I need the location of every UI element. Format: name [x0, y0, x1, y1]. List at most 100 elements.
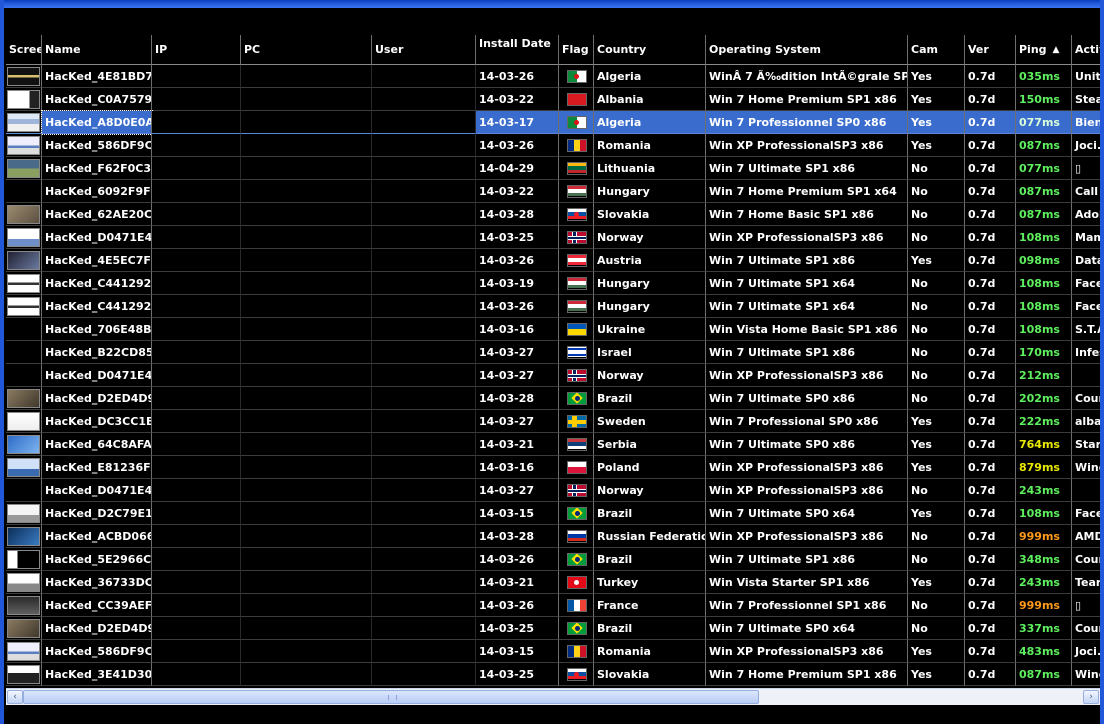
table-row[interactable]: HacKed_F62F0C35 14-04-29 Lithuania Win 7 Ul…	[6, 157, 1100, 180]
hungary-flag-icon	[567, 299, 587, 313]
column-header-ver[interactable]: Ver	[965, 35, 1016, 65]
name-cell: HacKed_D0471E43	[42, 226, 152, 249]
screenshot-thumbnail[interactable]	[7, 342, 40, 362]
table-row[interactable]: HacKed_5E2966C5 14-03-26 Brazil Win 7 Ultim…	[6, 548, 1100, 571]
table-row[interactable]: HacKed_D2ED4D93 14-03-28 Brazil Win 7 Ultim…	[6, 387, 1100, 410]
screenshot-thumbnail[interactable]	[7, 503, 40, 523]
flag-globe	[575, 625, 580, 631]
table-row[interactable]: HacKed_62AE20CA 14-03-28 Slovakia Win 7 Hom…	[6, 203, 1100, 226]
table-row[interactable]: HacKed_586DF9CC 14-03-26 Romania Win XP Pro…	[6, 134, 1100, 157]
flag-stripe	[568, 537, 586, 542]
table-row[interactable]: HacKed_D2ED4D93 14-03-25 Brazil Win 7 Ultim…	[6, 617, 1100, 640]
table-row[interactable]: HacKed_D0471E43 14-03-27 Norway Win XP Prof…	[6, 364, 1100, 387]
table-row[interactable]: HacKed_C0A7579C 14-03-22 Albania Win 7 Home…	[6, 88, 1100, 111]
date-cell: 14-03-26	[476, 65, 559, 88]
screenshot-thumbnail[interactable]	[7, 618, 40, 638]
screenshot-thumbnail[interactable]	[7, 319, 40, 339]
table-row[interactable]: HacKed_6092F9F3 14-03-22 Hungary Win 7 Home…	[6, 180, 1100, 203]
screenshot-thumbnail[interactable]	[7, 388, 40, 408]
column-header-cam[interactable]: Cam	[908, 35, 965, 65]
scroll-right-button[interactable]: ›	[1083, 690, 1099, 704]
table-row[interactable]: HacKed_C4412923 14-03-26 Hungary Win 7 Ulti…	[6, 295, 1100, 318]
ping-cell: 999ms	[1016, 594, 1072, 617]
screenshot-thumbnail[interactable]	[7, 434, 40, 454]
screenshot-thumbnail[interactable]	[7, 664, 40, 684]
user-cell-redacted	[372, 272, 476, 295]
ver-cell: 0.7d	[965, 663, 1016, 686]
table-row[interactable]: HacKed_B22CD859 14-03-27 Israel Win 7 Ultim…	[6, 341, 1100, 364]
user-cell-redacted	[372, 663, 476, 686]
table-row[interactable]: HacKed_A8D0E0A4 14-03-17 Algeria Win 7 Prof…	[6, 110, 1100, 135]
date-cell: 14-03-16	[476, 456, 559, 479]
table-row[interactable]: HacKed_DC3CC1E0 14-03-27 Sweden Win 7 Profe…	[6, 410, 1100, 433]
screenshot-thumbnail[interactable]	[7, 480, 40, 500]
screenshot-thumbnail[interactable]	[7, 135, 40, 155]
active-cell	[1072, 479, 1100, 502]
column-header-ip[interactable]: IP	[152, 35, 241, 65]
screenshot-cell	[6, 272, 42, 295]
ver-cell: 0.7d	[965, 88, 1016, 111]
ver-cell: 0.7d	[965, 203, 1016, 226]
column-header-country[interactable]: Country	[594, 35, 706, 65]
screenshot-thumbnail[interactable]	[7, 549, 40, 569]
screenshot-thumbnail[interactable]	[7, 112, 40, 132]
screenshot-thumbnail[interactable]	[7, 89, 40, 109]
table-row[interactable]: HacKed_CC39AEFB 14-03-26 France Win 7 Profe…	[6, 594, 1100, 617]
screenshot-thumbnail[interactable]	[7, 595, 40, 615]
column-header-name[interactable]: Name	[42, 35, 152, 65]
screenshot-thumbnail[interactable]	[7, 572, 40, 592]
screenshot-thumbnail[interactable]	[7, 227, 40, 247]
scroll-left-button[interactable]: ‹	[7, 690, 23, 704]
column-header-os[interactable]: Operating System	[706, 35, 908, 65]
screenshot-thumbnail[interactable]	[7, 411, 40, 431]
cam-cell: Yes	[908, 88, 965, 111]
column-header-pc[interactable]: PC	[241, 35, 372, 65]
column-header-install-date[interactable]: Install Date	[476, 35, 559, 65]
scrollbar-thumb[interactable]	[23, 690, 759, 704]
pc-cell-redacted	[241, 479, 372, 502]
horizontal-scrollbar[interactable]: ‹ ›	[6, 688, 1100, 705]
table-row[interactable]: HacKed_64C8AFAA 14-03-21 Serbia Win 7 Ultim…	[6, 433, 1100, 456]
ver-cell: 0.7d	[965, 272, 1016, 295]
screenshot-thumbnail[interactable]	[7, 641, 40, 661]
table-row[interactable]: HacKed_36733DC1 14-03-21 Turkey Win Vista S…	[6, 571, 1100, 594]
screenshot-cell	[6, 111, 42, 134]
table-row[interactable]: HacKed_3E41D306 14-03-25 Slovakia Win 7 Hom…	[6, 663, 1100, 686]
table-row[interactable]: HacKed_706E48B2 14-03-16 Ukraine Win Vista …	[6, 318, 1100, 341]
screenshot-thumbnail[interactable]	[7, 204, 40, 224]
screenshot-thumbnail[interactable]	[7, 181, 40, 201]
screenshot-thumbnail[interactable]	[7, 526, 40, 546]
column-header-flag[interactable]: Flag	[559, 35, 594, 65]
table-row[interactable]: HacKed_ACBD0663 14-03-28 Russian Federatio…	[6, 525, 1100, 548]
cam-cell: Yes	[908, 65, 965, 88]
screenshot-thumbnail[interactable]	[7, 250, 40, 270]
table-row[interactable]: HacKed_E81236F7 14-03-16 Poland Win XP Prof…	[6, 456, 1100, 479]
table-row[interactable]: HacKed_4E5EC7FE 14-03-26 Austria Win 7 Ulti…	[6, 249, 1100, 272]
brazil-flag-icon	[567, 391, 587, 405]
screenshot-thumbnail[interactable]	[7, 365, 40, 385]
ver-cell: 0.7d	[965, 364, 1016, 387]
screenshot-thumbnail[interactable]	[7, 66, 40, 86]
column-header-ping[interactable]: Ping ▲	[1016, 35, 1072, 65]
screenshot-thumbnail[interactable]	[7, 457, 40, 477]
column-header-label: PC	[244, 43, 261, 56]
table-row[interactable]: HacKed_D0471E43 14-03-27 Norway Win XP Prof…	[6, 479, 1100, 502]
ip-cell-redacted	[152, 525, 241, 548]
screenshot-thumbnail[interactable]	[7, 296, 40, 316]
name-cell: HacKed_4E81BD78	[42, 65, 152, 88]
table-row[interactable]: HacKed_586DF9CC 14-03-15 Romania Win XP Pro…	[6, 640, 1100, 663]
table-row[interactable]: HacKed_D2C79E12 14-03-15 Brazil Win 7 Ultim…	[6, 502, 1100, 525]
table-row[interactable]: HacKed_D0471E43 14-03-25 Norway Win XP Prof…	[6, 226, 1100, 249]
screenshot-thumbnail[interactable]	[7, 158, 40, 178]
column-header-active-window[interactable]: Active Window	[1072, 35, 1100, 65]
column-header-label: Install Date	[479, 37, 551, 50]
screenshot-thumbnail[interactable]	[7, 273, 40, 293]
pc-cell-redacted	[241, 387, 372, 410]
flag-stripe	[568, 192, 586, 197]
cam-cell: No	[908, 203, 965, 226]
country-cell: Romania	[594, 640, 706, 663]
column-header-screen[interactable]: Screen	[6, 35, 42, 65]
column-header-user[interactable]: User	[372, 35, 476, 65]
table-row[interactable]: HacKed_4E81BD78 14-03-26 Algeria WinÂ 7 Ã‰d…	[6, 65, 1100, 88]
table-row[interactable]: HacKed_C4412923 14-03-19 Hungary Win 7 Ulti…	[6, 272, 1100, 295]
